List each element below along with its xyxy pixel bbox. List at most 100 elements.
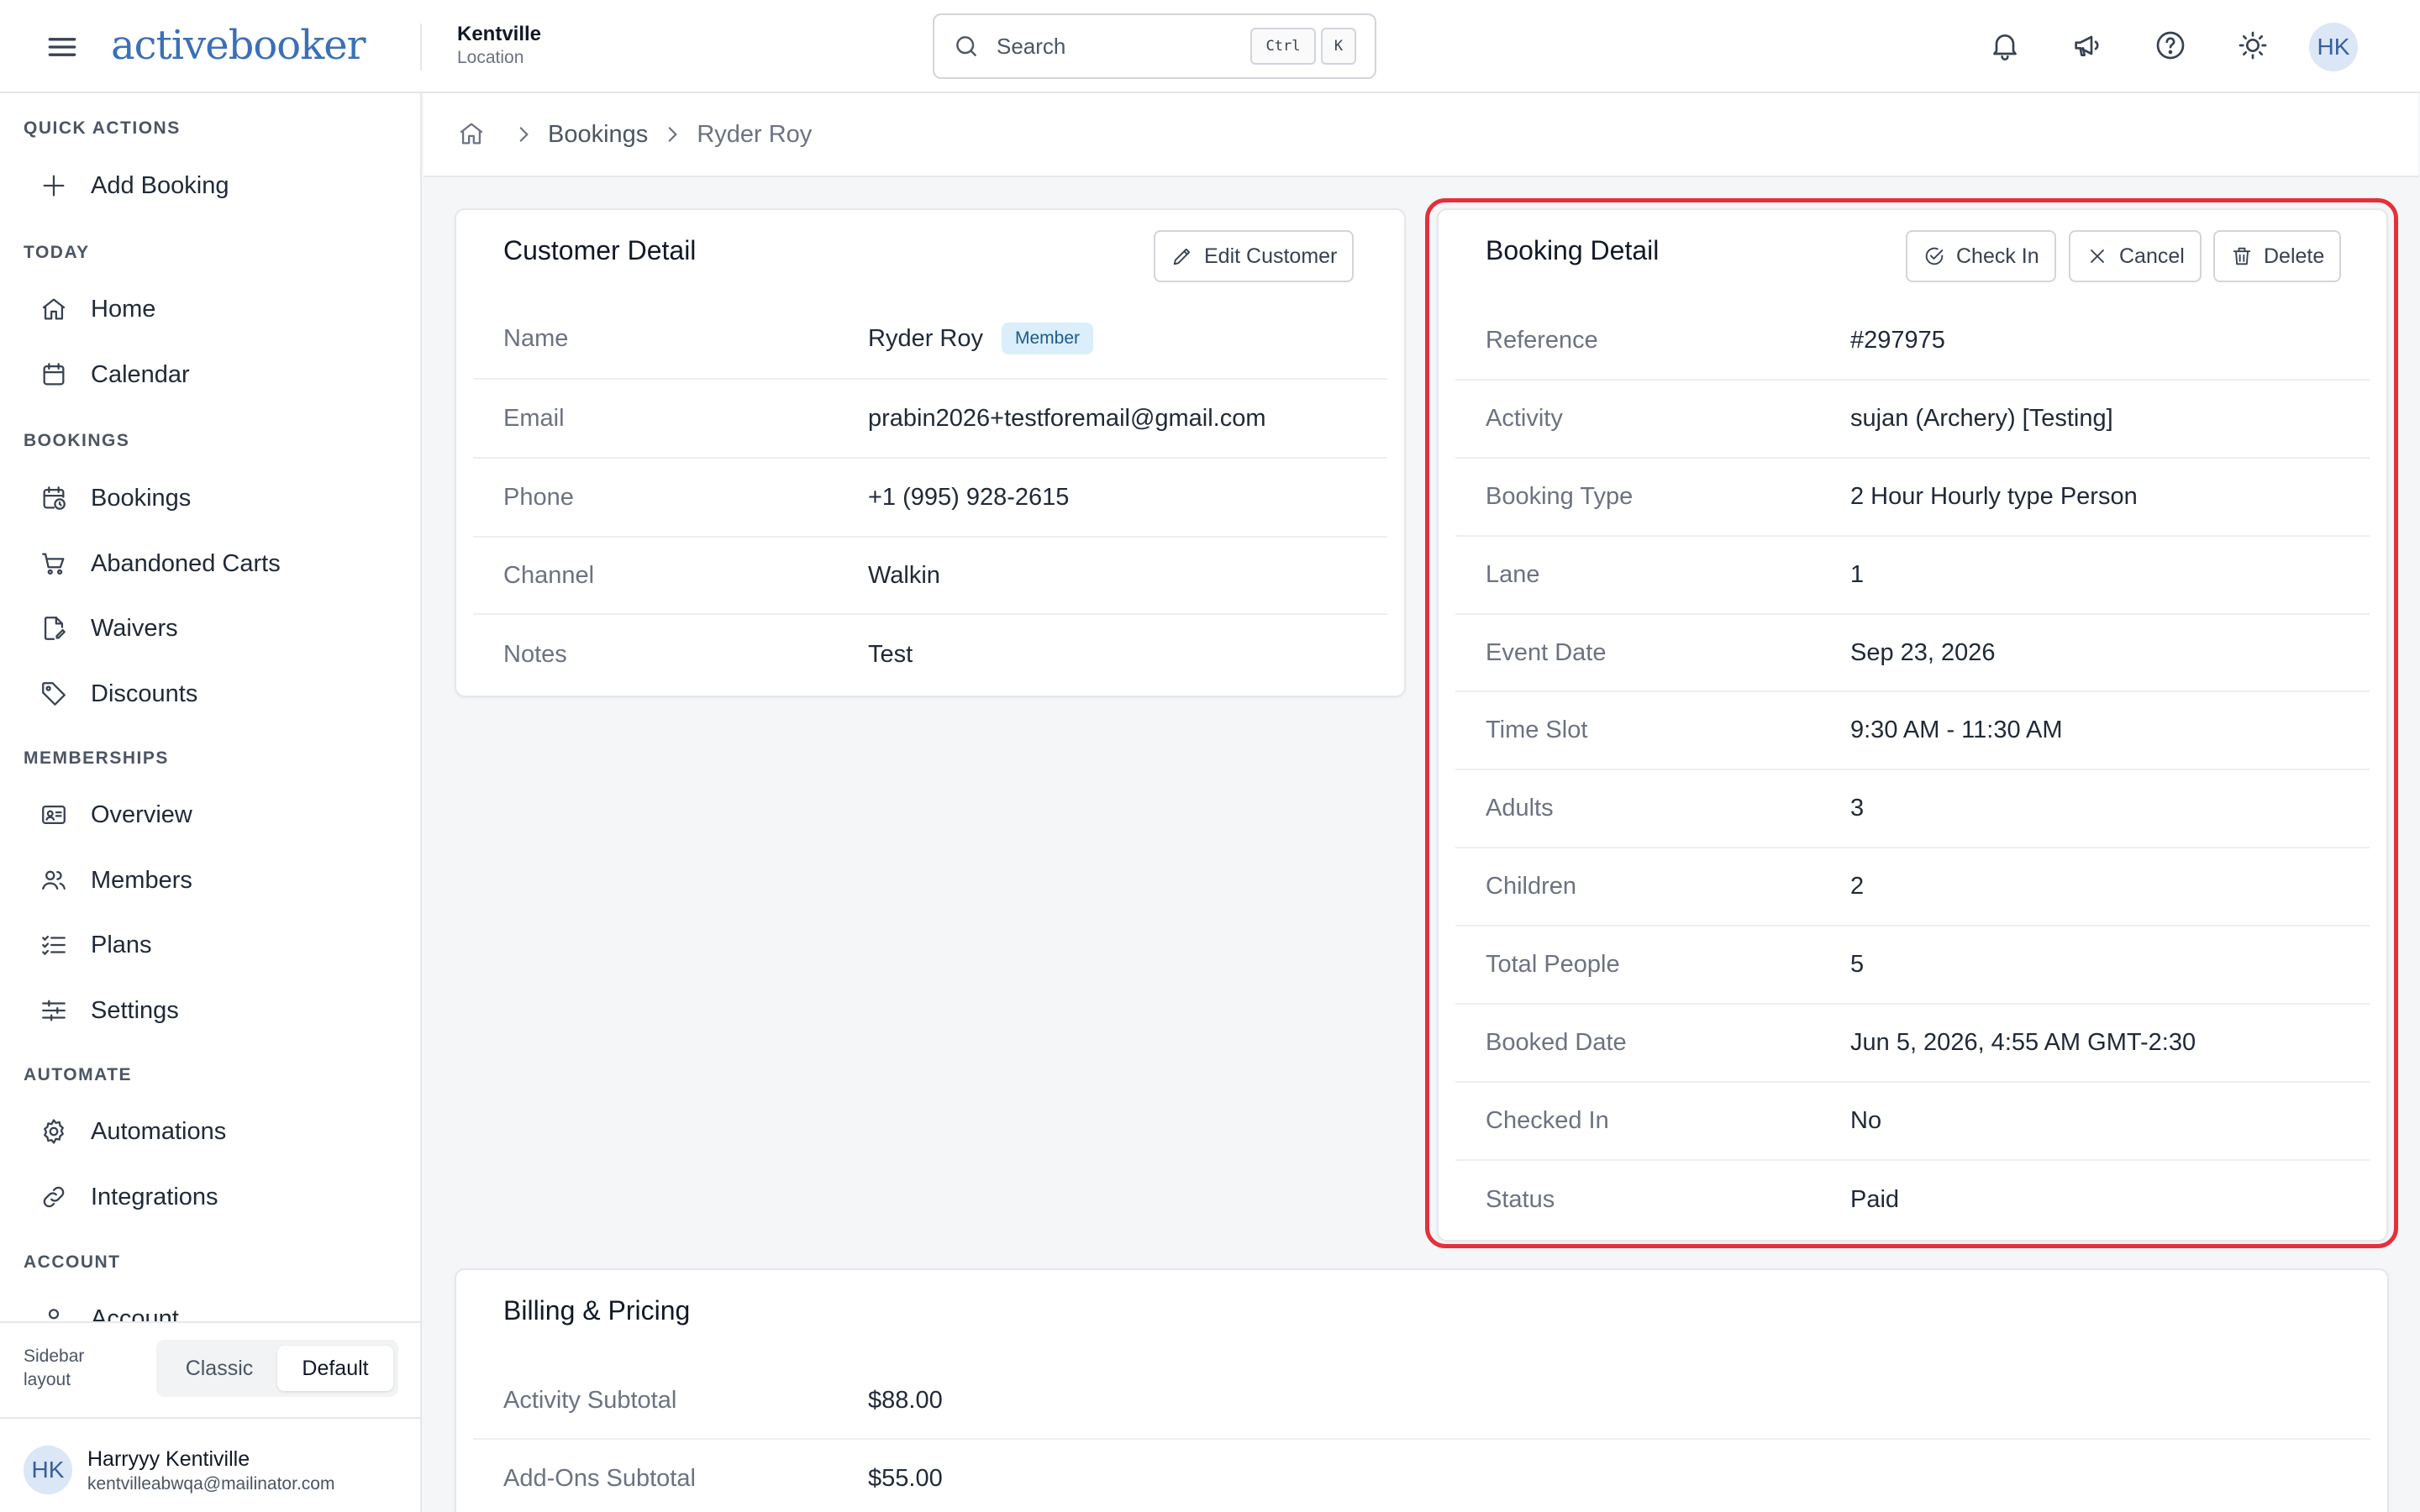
document-pen-icon (37, 612, 71, 645)
sidebar-item-label: Calendar (91, 360, 190, 388)
sidebar-item-automations[interactable]: Automations (24, 1105, 402, 1158)
check-in-button[interactable]: Check In (1906, 230, 2056, 282)
sidebar-item-integrations[interactable]: Integrations (24, 1170, 402, 1224)
edit-customer-button[interactable]: Edit Customer (1154, 230, 1355, 282)
button-label: Delete (2264, 244, 2325, 268)
row-label: Children (1486, 873, 1576, 900)
customer-name: Ryder Roy (868, 324, 983, 352)
user-profile[interactable]: HK Harryyy Kentiville kentvilleabwqa@mai… (0, 1417, 420, 1512)
billing-card: Billing & Pricing Activity Subtotal $88.… (455, 1268, 2389, 1512)
search-input[interactable]: Search Ctrl K (933, 13, 1376, 79)
sidebar-item-label: Discounts (91, 680, 198, 707)
user-avatar[interactable]: HK (2309, 23, 2358, 71)
sidebar-item-calendar[interactable]: Calendar (24, 348, 402, 402)
detail-row: Notes Test (473, 615, 1387, 694)
row-value: 1 (1850, 560, 1865, 588)
row-value: +1 (995) 928-2615 (868, 483, 1070, 511)
row-value: 3 (1850, 795, 1865, 822)
booking-detail-card: Booking Detail Check In Cancel Delete Re… (1437, 208, 2388, 1242)
sidebar-item-plans[interactable]: Plans (24, 918, 402, 972)
sidebar-item-overview[interactable]: Overview (24, 788, 402, 842)
sidebar-item-home[interactable]: Home (24, 282, 402, 336)
sidebar-item-label: Waivers (91, 614, 178, 642)
trash-icon (2230, 244, 2254, 268)
divider (420, 24, 422, 71)
row-value: 2 (1850, 873, 1865, 900)
user-name: Harryyy Kentiville (87, 1447, 250, 1471)
row-value: prabin2026+testforemail@gmail.com (868, 404, 1266, 432)
gear-icon (37, 1115, 71, 1148)
row-value: Ryder Roy Member (868, 323, 1094, 354)
sidebar-item-abandoned-carts[interactable]: Abandoned Carts (24, 537, 402, 591)
sidebar-item-label: Overview (91, 801, 192, 828)
top-bar: activebooker Kentville Location Search C… (0, 0, 2420, 93)
detail-row: Phone +1 (995) 928-2615 (473, 459, 1387, 538)
detail-row: Checked In No (1455, 1083, 2370, 1161)
row-label: Booked Date (1486, 1028, 1627, 1056)
delete-button[interactable]: Delete (2213, 230, 2342, 282)
detail-row: Booking Type 2 Hour Hourly type Person (1455, 459, 2370, 537)
sidebar-item-members[interactable]: Members (24, 853, 402, 907)
breadcrumb-bookings[interactable]: Bookings (548, 121, 648, 149)
row-value: sujan (Archery) [Testing] (1850, 404, 2113, 432)
chevron-right-icon (513, 123, 534, 145)
chevron-right-icon (661, 123, 683, 145)
tag-icon (37, 677, 71, 711)
sidebar-layout-toggle: Classic Default (156, 1340, 398, 1397)
sidebar: QUICK ACTIONS Add Booking TODAY Home Cal… (0, 93, 422, 1512)
detail-row: Lane 1 (1455, 537, 2370, 615)
sidebar-item-label: Integrations (91, 1183, 218, 1210)
shortcut-ctrl-key: Ctrl (1250, 28, 1316, 65)
logo-text: activebooker (111, 22, 366, 69)
row-label: Checked In (1486, 1106, 1609, 1134)
row-value: 2 Hour Hourly type Person (1850, 482, 2138, 510)
hamburger-menu-icon[interactable] (44, 29, 81, 66)
help-icon[interactable] (2150, 25, 2191, 66)
sidebar-item-add-booking[interactable]: Add Booking (24, 159, 402, 213)
customer-detail-card: Customer Detail Edit Customer Name Ryder… (455, 208, 1406, 697)
sidebar-item-discounts[interactable]: Discounts (24, 667, 402, 721)
sliders-icon (37, 994, 71, 1027)
app-logo[interactable]: activebooker (111, 15, 366, 76)
sidebar-item-label: Settings (91, 996, 179, 1024)
row-label: Total People (1486, 951, 1620, 979)
customer-detail-rows: Name Ryder Roy Member Email prabin2026+t… (473, 299, 1387, 694)
row-value: 5 (1850, 951, 1865, 979)
row-label: Activity Subtotal (503, 1386, 677, 1414)
card-title: Customer Detail (503, 235, 697, 265)
section-today: TODAY (24, 243, 90, 262)
row-value: 9:30 AM - 11:30 AM (1850, 717, 2063, 744)
row-label: Event Date (1486, 638, 1607, 666)
detail-row: Add-Ons Subtotal $55.00 (473, 1440, 2370, 1512)
cancel-button[interactable]: Cancel (2069, 230, 2202, 282)
layout-option-classic[interactable]: Classic (161, 1346, 277, 1391)
sidebar-item-waivers[interactable]: Waivers (24, 601, 402, 655)
row-value: Test (868, 640, 913, 668)
search-placeholder: Search (997, 33, 1066, 59)
row-value: Sep 23, 2026 (1850, 638, 1996, 666)
location-switcher[interactable]: Kentville Location (457, 22, 541, 69)
sidebar-item-label: Add Booking (91, 171, 229, 199)
row-value: Jun 5, 2026, 4:55 AM GMT-2:30 (1850, 1028, 2196, 1056)
row-label: Channel (503, 561, 595, 589)
row-value: Paid (1850, 1185, 1900, 1213)
row-label: Reference (1486, 326, 1598, 354)
megaphone-icon[interactable] (2067, 25, 2107, 66)
section-account: ACCOUNT (24, 1252, 121, 1272)
sidebar-item-bookings[interactable]: Bookings (24, 471, 402, 525)
sidebar-item-label: Bookings (91, 484, 192, 512)
row-label: Status (1486, 1185, 1555, 1213)
layout-option-default[interactable]: Default (277, 1346, 393, 1391)
location-name: Kentville (457, 23, 542, 45)
breadcrumb: Bookings Ryder Roy (424, 93, 2418, 177)
sun-icon[interactable] (2233, 25, 2273, 66)
calendar-clock-icon (37, 481, 71, 515)
home-icon[interactable] (457, 119, 487, 150)
bell-icon[interactable] (1985, 25, 2025, 66)
row-label: Time Slot (1486, 717, 1588, 744)
row-label: Notes (503, 640, 567, 668)
sidebar-item-settings[interactable]: Settings (24, 984, 402, 1037)
close-icon (2086, 244, 2109, 268)
sidebar-item-label: Abandoned Carts (91, 549, 281, 577)
shortcut-k-key: K (1321, 28, 1356, 65)
